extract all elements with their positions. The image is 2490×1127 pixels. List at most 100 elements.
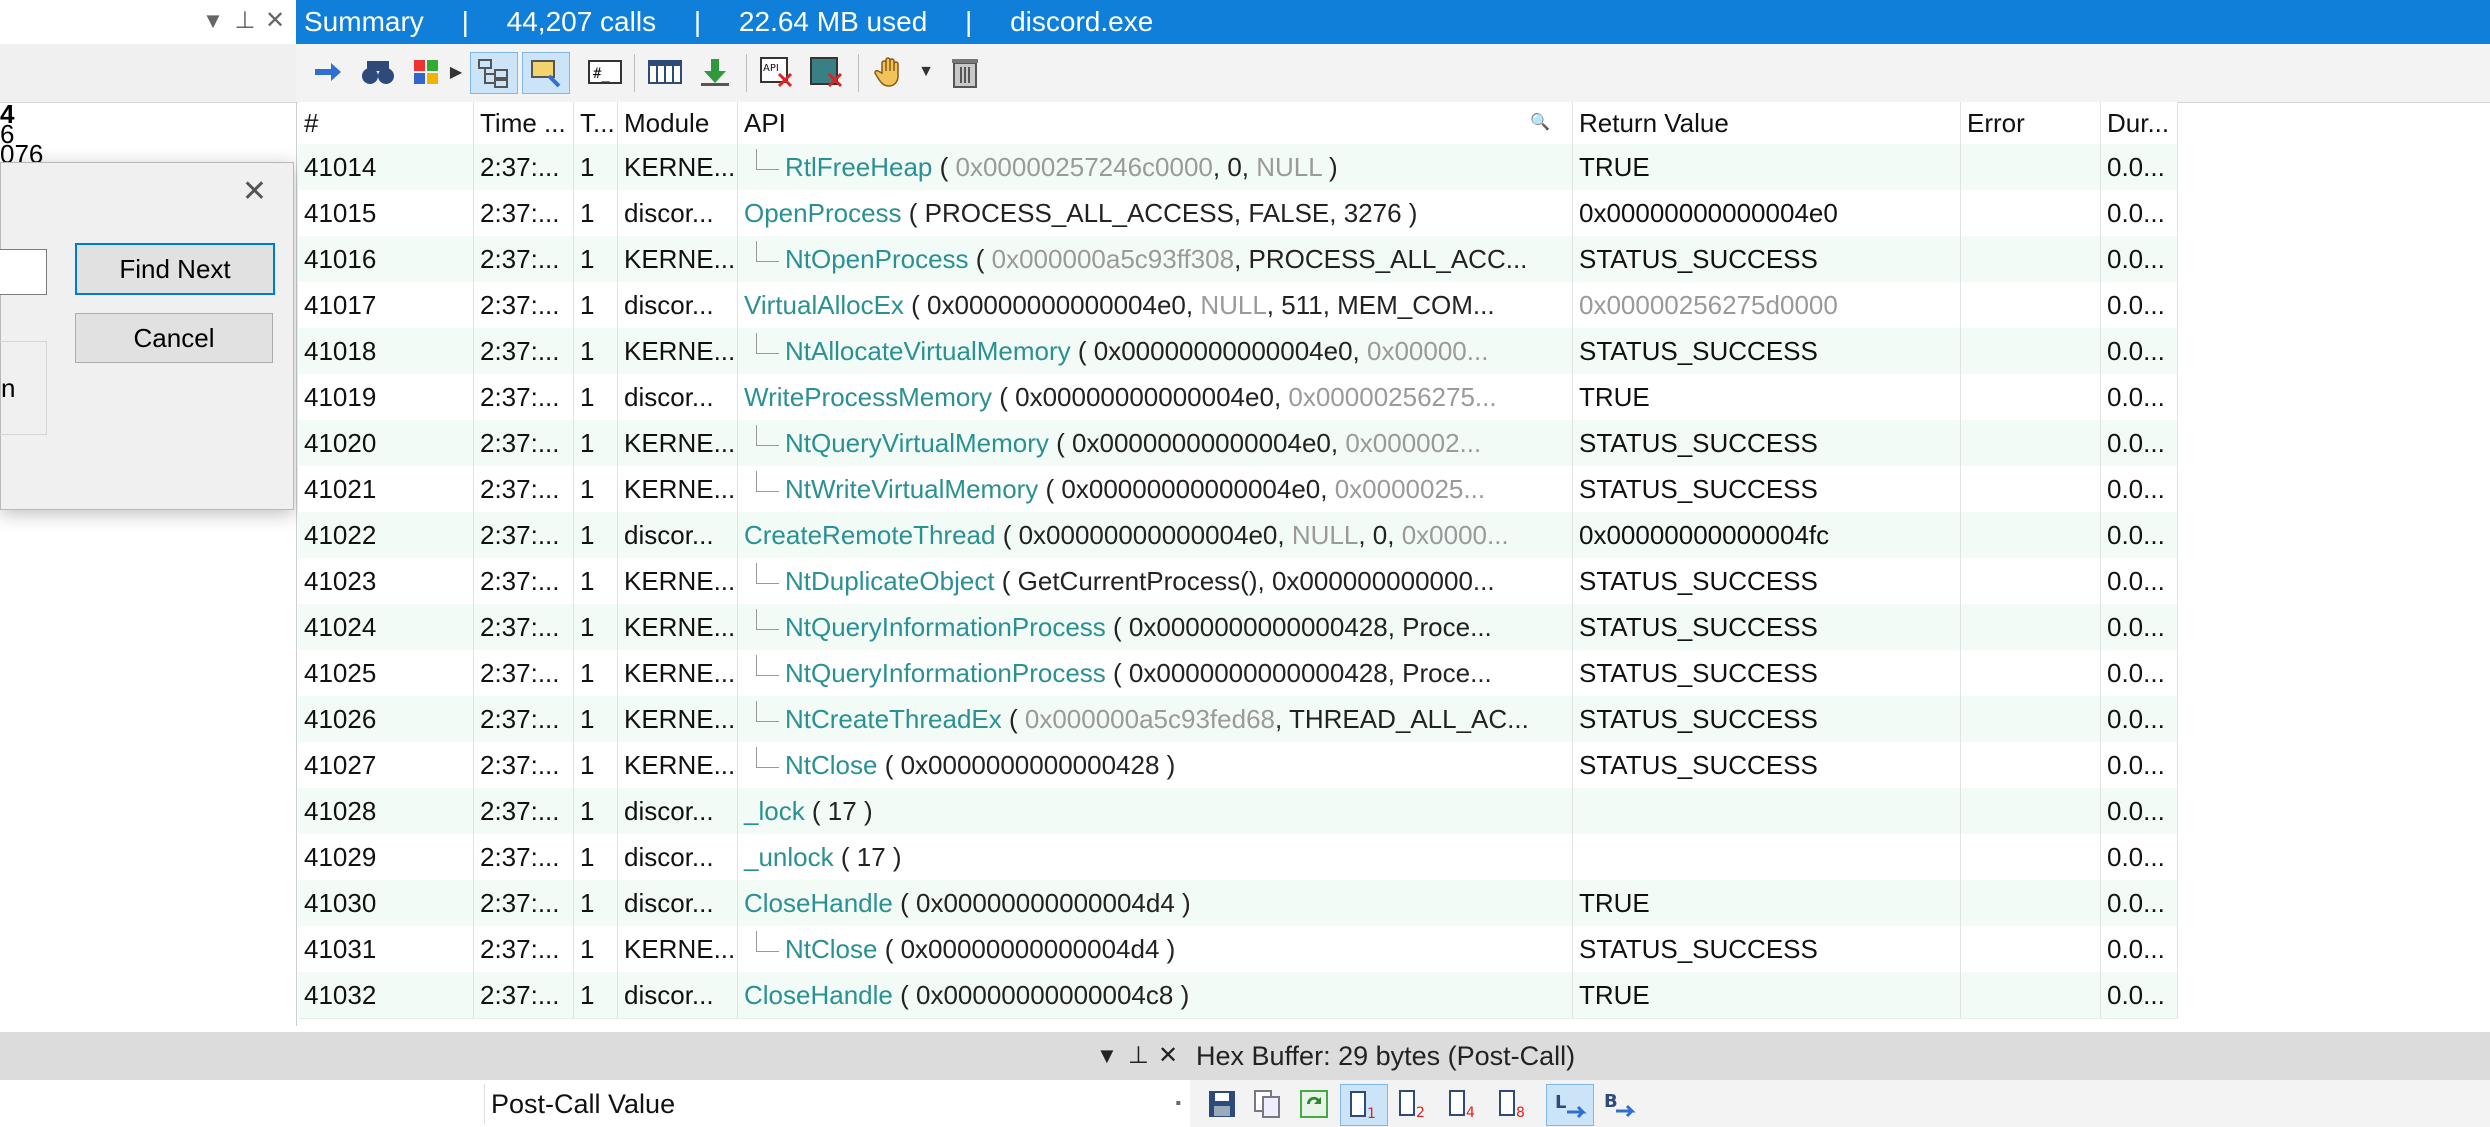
- api-name[interactable]: NtQueryInformationProcess: [785, 612, 1106, 642]
- copy-icon[interactable]: [1248, 1084, 1288, 1124]
- api-name[interactable]: NtClose: [785, 750, 877, 780]
- pane-menu-icon[interactable]: ▼: [1096, 1036, 1118, 1076]
- call-number-cell: 41032: [298, 972, 474, 1018]
- columns-icon[interactable]: [642, 52, 688, 92]
- call-number-text: 41017: [304, 290, 377, 320]
- module-cell: discor...: [618, 190, 738, 236]
- column-sort-icon[interactable]: ▪: [1175, 1084, 1181, 1124]
- view-1-byte-icon[interactable]: 1: [1340, 1084, 1388, 1126]
- trash-icon[interactable]: [942, 52, 988, 92]
- api-name[interactable]: NtDuplicateObject: [785, 566, 995, 596]
- hand-icon[interactable]: [868, 52, 914, 92]
- thread-cell: 1: [574, 374, 618, 420]
- duration-cell: 0.0...: [2101, 466, 2178, 512]
- refresh-icon[interactable]: [1294, 1084, 1334, 1124]
- find-next-button[interactable]: Find Next: [75, 243, 275, 295]
- column-header-duration[interactable]: Dur...: [2101, 102, 2178, 144]
- api-name[interactable]: NtQueryInformationProcess: [785, 658, 1106, 688]
- highlight-icon[interactable]: [522, 52, 570, 94]
- colors-grid-icon[interactable]: [406, 52, 446, 92]
- api-args: 0x0000...: [1401, 520, 1509, 550]
- api-name[interactable]: WriteProcessMemory: [744, 382, 992, 412]
- column-header-return-value[interactable]: Return Value: [1573, 102, 1961, 144]
- hash-column-icon[interactable]: #_: [582, 52, 628, 92]
- duration-text: 0.0...: [2107, 152, 2165, 182]
- close-pane-icon[interactable]: ✕: [1158, 1036, 1178, 1076]
- column-header-error[interactable]: Error: [1961, 102, 2101, 144]
- api-name[interactable]: NtWriteVirtualMemory: [785, 474, 1038, 504]
- view-8-byte-icon[interactable]: 8: [1490, 1084, 1536, 1124]
- api-name[interactable]: _unlock: [744, 842, 834, 872]
- call-number-cell: 41025: [298, 650, 474, 696]
- api-name[interactable]: CreateRemoteThread: [744, 520, 995, 550]
- table-row[interactable]: 41020 2:37:... 1 KERNE... NtQueryVirtualMemo…: [298, 420, 2178, 467]
- api-name[interactable]: NtClose: [785, 934, 877, 964]
- find-what-input[interactable]: [0, 249, 47, 295]
- table-row[interactable]: 41015 2:37:... 1 discor... OpenProcess ( PRO…: [298, 190, 2178, 237]
- table-row[interactable]: 41022 2:37:... 1 discor... CreateRemoteThrea…: [298, 512, 2178, 559]
- dialog-close-icon[interactable]: ✕: [242, 177, 267, 207]
- api-name[interactable]: OpenProcess: [744, 198, 902, 228]
- table-row[interactable]: 41030 2:37:... 1 discor... CloseHandle ( 0x0…: [298, 880, 2178, 927]
- api-name[interactable]: NtOpenProcess: [785, 244, 969, 274]
- time-cell: 2:37:...: [474, 328, 574, 374]
- pin-icon[interactable]: ⊥: [232, 6, 258, 36]
- module-cell: KERNE...: [618, 604, 738, 650]
- tree-view-icon[interactable]: [470, 52, 518, 94]
- error-cell: [1961, 880, 2101, 926]
- table-row[interactable]: 41032 2:37:... 1 discor... CloseHandle ( 0x0…: [298, 972, 2178, 1019]
- view-4-byte-icon[interactable]: 4: [1440, 1084, 1486, 1124]
- return-value-text: STATUS_SUCCESS: [1579, 566, 1818, 596]
- left-pane-toolbar: [0, 44, 296, 103]
- time-text: 2:37:...: [480, 980, 560, 1010]
- pane-menu-icon[interactable]: ▼: [200, 6, 226, 36]
- api-name[interactable]: CloseHandle: [744, 888, 893, 918]
- table-row[interactable]: 41031 2:37:... 1 KERNE... NtClose ( 0x000000…: [298, 926, 2178, 973]
- table-row[interactable]: 41017 2:37:... 1 discor... VirtualAllocEx ( …: [298, 282, 2178, 329]
- binoculars-icon[interactable]: [358, 52, 398, 92]
- api-filter-remove-icon[interactable]: API: [754, 52, 800, 92]
- little-endian-icon[interactable]: L: [1546, 1084, 1594, 1126]
- column-header-number[interactable]: #: [298, 102, 474, 144]
- table-row[interactable]: 41026 2:37:... 1 KERNE... NtCreateThreadEx (…: [298, 696, 2178, 743]
- api-name[interactable]: NtCreateThreadEx: [785, 704, 1002, 734]
- api-name[interactable]: CloseHandle: [744, 980, 893, 1010]
- call-number-text: 41024: [304, 612, 377, 642]
- api-name[interactable]: _lock: [744, 796, 805, 826]
- time-cell: 2:37:...: [474, 926, 574, 972]
- tree-connector: [756, 701, 779, 722]
- search-icon[interactable]: 🔍: [1530, 102, 1550, 144]
- column-header-api[interactable]: API 🔍: [738, 102, 1573, 144]
- table-row[interactable]: 41027 2:37:... 1 KERNE... NtClose ( 0x000000…: [298, 742, 2178, 789]
- cancel-button[interactable]: Cancel: [75, 313, 273, 363]
- api-name[interactable]: NtQueryVirtualMemory: [785, 428, 1049, 458]
- table-row[interactable]: 41018 2:37:... 1 KERNE... NtAllocateVirtualM…: [298, 328, 2178, 375]
- pin-icon[interactable]: ⊥: [1128, 1036, 1149, 1076]
- module-filter-remove-icon[interactable]: [804, 52, 850, 92]
- table-row[interactable]: 41023 2:37:... 1 KERNE... NtDuplicateObject …: [298, 558, 2178, 605]
- column-header-time[interactable]: Time ...: [474, 102, 574, 144]
- table-row[interactable]: 41014 2:37:... 1 KERNE... RtlFreeHeap ( 0x00…: [298, 144, 2178, 191]
- column-header-post-call-value[interactable]: Post-Call Value ▪: [484, 1084, 1191, 1124]
- goto-arrow-icon[interactable]: [308, 52, 348, 92]
- module-cell: discor...: [618, 834, 738, 880]
- table-row[interactable]: 41025 2:37:... 1 KERNE... NtQueryInformation…: [298, 650, 2178, 697]
- api-name[interactable]: NtAllocateVirtualMemory: [785, 336, 1071, 366]
- api-name[interactable]: VirtualAllocEx: [744, 290, 904, 320]
- save-icon[interactable]: [1202, 1084, 1242, 1124]
- column-header-module[interactable]: Module: [618, 102, 738, 144]
- api-name[interactable]: RtlFreeHeap: [785, 152, 932, 182]
- table-row[interactable]: 41029 2:37:... 1 discor... _unlock ( 17 ) 0.0…: [298, 834, 2178, 881]
- dropdown-arrow-icon[interactable]: ▼: [916, 52, 936, 92]
- table-row[interactable]: 41028 2:37:... 1 discor... _lock ( 17 ) 0.0..…: [298, 788, 2178, 835]
- table-row[interactable]: 41019 2:37:... 1 discor... WriteProcessMemor…: [298, 374, 2178, 421]
- close-pane-icon[interactable]: ✕: [262, 6, 288, 36]
- big-endian-icon[interactable]: B: [1596, 1084, 1642, 1124]
- table-row[interactable]: 41021 2:37:... 1 KERNE... NtWriteVirtualMemo…: [298, 466, 2178, 513]
- download-icon[interactable]: [692, 52, 738, 92]
- table-row[interactable]: 41024 2:37:... 1 KERNE... NtQueryInformation…: [298, 604, 2178, 651]
- view-2-byte-icon[interactable]: 2: [1390, 1084, 1436, 1124]
- table-row[interactable]: 41016 2:37:... 1 KERNE... NtOpenProcess ( 0x…: [298, 236, 2178, 283]
- dropdown-arrow-icon[interactable]: ▶: [446, 52, 466, 92]
- column-header-thread[interactable]: T...: [574, 102, 618, 144]
